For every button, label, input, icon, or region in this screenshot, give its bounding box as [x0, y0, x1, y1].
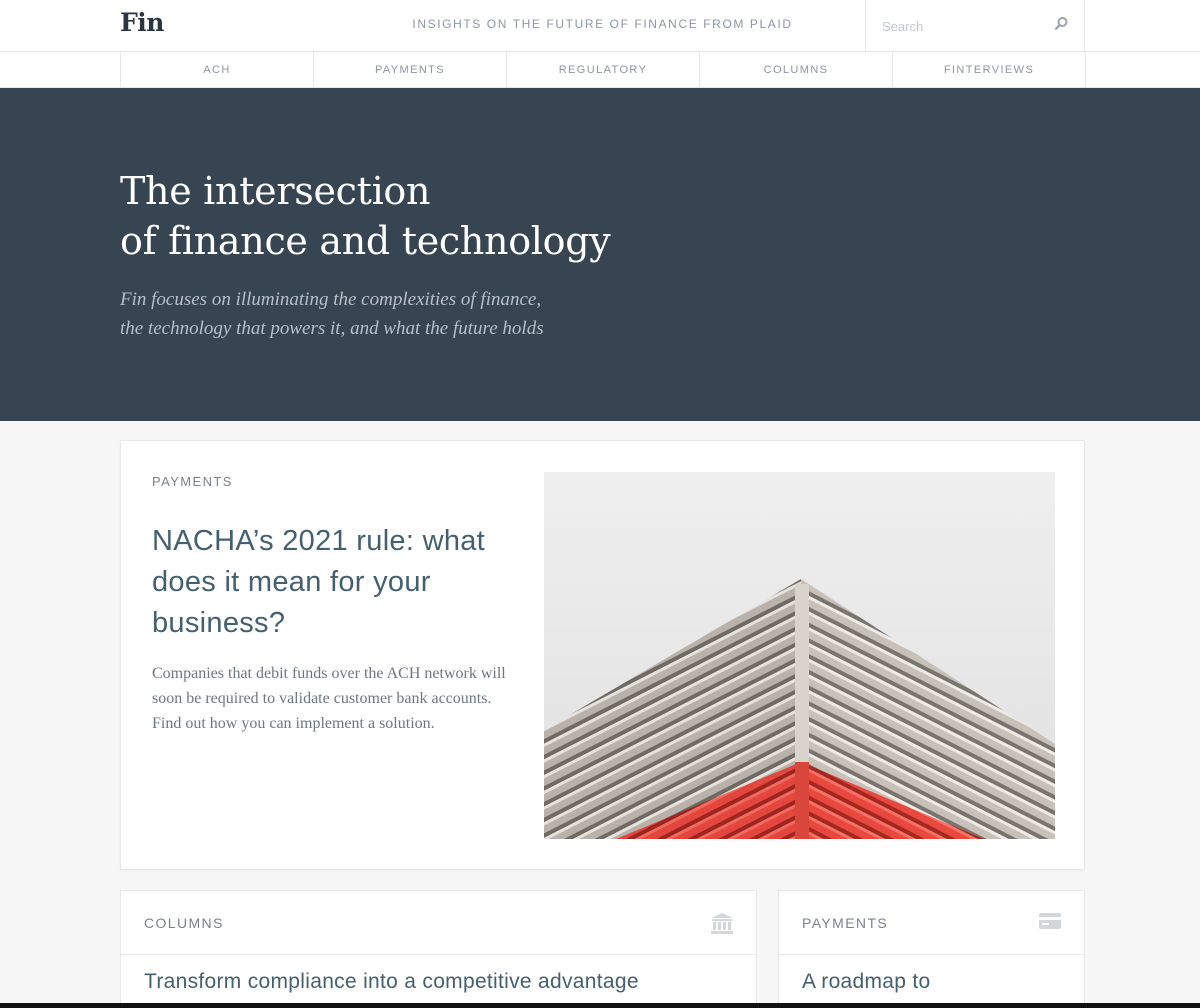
card-category-payments[interactable]: PAYMENTS [802, 915, 888, 931]
nav-item-regulatory[interactable]: REGULATORY [507, 52, 700, 88]
hero-subtitle: Fin focuses on illuminating the complexi… [120, 285, 544, 343]
featured-article-title[interactable]: NACHA’s 2021 rule: what does it mean for… [152, 521, 512, 644]
hero-banner: The intersection of finance and technolo… [0, 88, 1200, 421]
article-card-payments[interactable]: PAYMENTS A roadmap to [778, 890, 1085, 1008]
featured-article-card[interactable]: PAYMENTS NACHA’s 2021 rule: what does it… [120, 440, 1085, 870]
credit-card-icon [1039, 913, 1061, 929]
nav-item-ach[interactable]: ACH [121, 52, 314, 88]
building-corner-illustration [544, 472, 1055, 839]
search-icon[interactable] [1052, 15, 1070, 33]
card-title-columns[interactable]: Transform compliance into a competitive … [144, 969, 639, 995]
hero-title: The intersection of finance and technolo… [120, 166, 611, 266]
hero-title-line-2: of finance and technology [120, 219, 611, 263]
site-logo[interactable]: Fin [120, 8, 164, 37]
nav-item-payments[interactable]: PAYMENTS [314, 52, 507, 88]
search-input[interactable] [882, 16, 1052, 36]
card-title-payments[interactable]: A roadmap to [802, 969, 931, 995]
site-tagline: INSIGHTS ON THE FUTURE OF FINANCE FROM P… [412, 17, 793, 31]
hero-subtitle-line-2: the technology that powers it, and what … [120, 318, 544, 339]
featured-category-link[interactable]: PAYMENTS [152, 474, 233, 489]
featured-article-description: Companies that debit funds over the ACH … [152, 665, 506, 732]
category-nav: ACH PAYMENTS REGULATORY COLUMNS FINTERVI… [0, 52, 1200, 88]
featured-article-image[interactable] [544, 472, 1055, 839]
hero-subtitle-line-1: Fin focuses on illuminating the complexi… [120, 289, 542, 310]
card-category-columns[interactable]: COLUMNS [144, 915, 224, 931]
nav-item-columns[interactable]: COLUMNS [700, 52, 893, 88]
window-bottom-edge [0, 1003, 1200, 1008]
hero-title-line-1: The intersection [120, 169, 431, 213]
article-card-columns[interactable]: COLUMNS Transform compliance into a comp… [120, 890, 757, 1008]
search-box [865, 0, 1085, 52]
site-header: Fin INSIGHTS ON THE FUTURE OF FINANCE FR… [0, 0, 1200, 52]
bank-icon [711, 913, 733, 934]
nav-item-finterviews[interactable]: FINTERVIEWS [893, 52, 1086, 88]
